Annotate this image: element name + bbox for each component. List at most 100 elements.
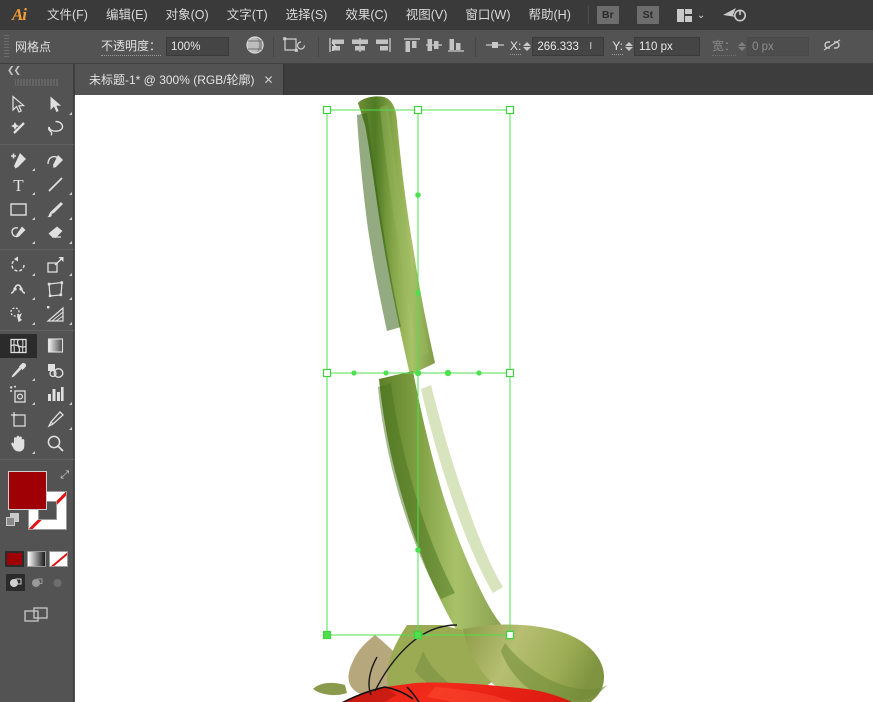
width-field bbox=[747, 37, 809, 56]
menu-select[interactable]: 选择(S) bbox=[277, 0, 337, 30]
swap-fill-stroke-icon[interactable]: ⤢ bbox=[60, 469, 69, 482]
zoom-tool[interactable] bbox=[37, 432, 74, 457]
stock-button[interactable]: St bbox=[637, 6, 659, 24]
fill-swatch[interactable] bbox=[8, 471, 47, 510]
selection-tool[interactable] bbox=[0, 92, 37, 117]
menu-type[interactable]: 文字(T) bbox=[218, 0, 277, 30]
change-screen-mode-button[interactable] bbox=[0, 605, 73, 625]
document-tab-bar: 未标题-1* @ 300% (RGB/轮廓) ✕ bbox=[0, 64, 873, 95]
width-label: 宽： bbox=[712, 37, 736, 56]
tool-grid: T bbox=[0, 92, 74, 463]
arrange-layout-icon bbox=[677, 9, 692, 22]
width-stepper bbox=[736, 38, 747, 56]
align-center-vertical-button[interactable] bbox=[423, 36, 445, 57]
rotate-tool[interactable] bbox=[0, 253, 37, 278]
tool-divider-3 bbox=[0, 330, 74, 331]
draw-normal-button[interactable] bbox=[6, 574, 25, 591]
tools-panel: ❮❮ bbox=[0, 64, 74, 702]
artboard-tool[interactable] bbox=[0, 407, 37, 432]
active-tool-label: 网格点 bbox=[15, 38, 101, 55]
perspective-grid-tool[interactable] bbox=[37, 302, 74, 327]
document-tab-title: 未标题-1* @ 300% (RGB/轮廓) bbox=[89, 71, 255, 88]
align-left-button[interactable] bbox=[327, 36, 349, 57]
menu-window[interactable]: 窗口(W) bbox=[456, 0, 519, 30]
draw-behind-button[interactable] bbox=[27, 574, 46, 591]
x-cursor-marker: I bbox=[589, 41, 595, 52]
gradient-tool[interactable] bbox=[37, 334, 74, 359]
align-top-button[interactable] bbox=[401, 36, 423, 57]
curvature-tool[interactable] bbox=[37, 148, 74, 173]
width-input bbox=[748, 38, 806, 55]
x-stepper[interactable] bbox=[521, 38, 532, 56]
share-power-icon[interactable] bbox=[721, 5, 747, 26]
app-logo-icon: Ai bbox=[0, 0, 38, 30]
document-tab[interactable]: 未标题-1* @ 300% (RGB/轮廓) ✕ bbox=[75, 64, 284, 95]
color-swatches: ⤢ bbox=[0, 467, 74, 547]
color-button[interactable] bbox=[5, 551, 24, 567]
control-bar: 网格点 不透明度： ❯ bbox=[0, 30, 873, 64]
opacity-field[interactable]: ❯ bbox=[166, 37, 229, 56]
tools-panel-grip[interactable] bbox=[15, 77, 59, 88]
collapse-panel-button[interactable]: ❮❮ bbox=[0, 64, 73, 77]
none-button[interactable] bbox=[49, 551, 68, 567]
bridge-button[interactable]: Br bbox=[597, 6, 619, 24]
column-graph-tool[interactable] bbox=[37, 383, 74, 408]
pen-tool[interactable] bbox=[0, 148, 37, 173]
magic-wand-tool[interactable] bbox=[0, 117, 37, 142]
artwork-pepper bbox=[75, 95, 873, 702]
align-bottom-button[interactable] bbox=[445, 36, 467, 57]
hand-tool[interactable] bbox=[0, 432, 37, 457]
menu-view[interactable]: 视图(V) bbox=[397, 0, 457, 30]
opacity-label: 不透明度： bbox=[101, 37, 161, 56]
menu-file[interactable]: 文件(F) bbox=[38, 0, 97, 30]
eyedropper-tool[interactable] bbox=[0, 358, 37, 383]
menu-object[interactable]: 对象(O) bbox=[157, 0, 218, 30]
menu-help[interactable]: 帮助(H) bbox=[520, 0, 580, 30]
menu-divider bbox=[588, 6, 589, 24]
tool-divider-1 bbox=[0, 144, 74, 145]
control-bar-grip[interactable] bbox=[4, 35, 9, 59]
direct-selection-tool[interactable] bbox=[37, 92, 74, 117]
x-label: X: bbox=[510, 39, 521, 55]
align-center-horizontal-button[interactable] bbox=[349, 36, 371, 57]
menu-bar: Ai 文件(F) 编辑(E) 对象(O) 文字(T) 选择(S) 效果(C) 视… bbox=[0, 0, 873, 30]
x-input[interactable] bbox=[533, 38, 589, 55]
unlink-proportions-icon[interactable] bbox=[821, 37, 843, 56]
type-tool[interactable]: T bbox=[0, 173, 37, 198]
transform-flyout-button[interactable] bbox=[282, 36, 310, 57]
draw-inside-button[interactable] bbox=[48, 574, 67, 591]
scale-tool[interactable] bbox=[37, 253, 74, 278]
shaper-tool[interactable] bbox=[0, 222, 37, 247]
menu-effect[interactable]: 效果(C) bbox=[336, 0, 396, 30]
shape-builder-tool[interactable] bbox=[0, 302, 37, 327]
paintbrush-tool[interactable] bbox=[37, 197, 74, 222]
document-canvas[interactable] bbox=[75, 95, 873, 702]
lasso-tool[interactable] bbox=[37, 117, 74, 142]
tool-divider-2 bbox=[0, 249, 74, 250]
close-icon[interactable]: ✕ bbox=[264, 73, 274, 87]
line-segment-tool[interactable] bbox=[37, 173, 74, 198]
gradient-button[interactable] bbox=[27, 551, 46, 567]
menu-edit[interactable]: 编辑(E) bbox=[97, 0, 157, 30]
symbol-sprayer-tool[interactable] bbox=[0, 383, 37, 408]
illustrator-window: Ai 文件(F) 编辑(E) 对象(O) 文字(T) 选择(S) 效果(C) 视… bbox=[0, 0, 873, 702]
opacity-mask-icon[interactable] bbox=[245, 35, 265, 58]
default-fill-stroke-icon[interactable] bbox=[6, 513, 20, 527]
blend-tool[interactable] bbox=[37, 358, 74, 383]
y-label: Y: bbox=[612, 39, 623, 55]
x-field[interactable]: I bbox=[532, 37, 604, 56]
y-field[interactable] bbox=[634, 37, 700, 56]
tool-divider-4 bbox=[0, 459, 74, 460]
width-tool[interactable] bbox=[0, 278, 37, 303]
y-stepper[interactable] bbox=[623, 38, 634, 56]
control-divider-1 bbox=[273, 37, 274, 57]
svg-text:T: T bbox=[13, 176, 24, 194]
free-transform-tool[interactable] bbox=[37, 278, 74, 303]
slice-tool[interactable] bbox=[37, 407, 74, 432]
arrange-documents-button[interactable]: ⌄ bbox=[677, 9, 705, 22]
align-right-button[interactable] bbox=[371, 36, 393, 57]
rectangle-tool[interactable] bbox=[0, 197, 37, 222]
mesh-tool[interactable] bbox=[0, 334, 37, 359]
eraser-tool[interactable] bbox=[37, 222, 74, 247]
y-input[interactable] bbox=[635, 38, 697, 55]
